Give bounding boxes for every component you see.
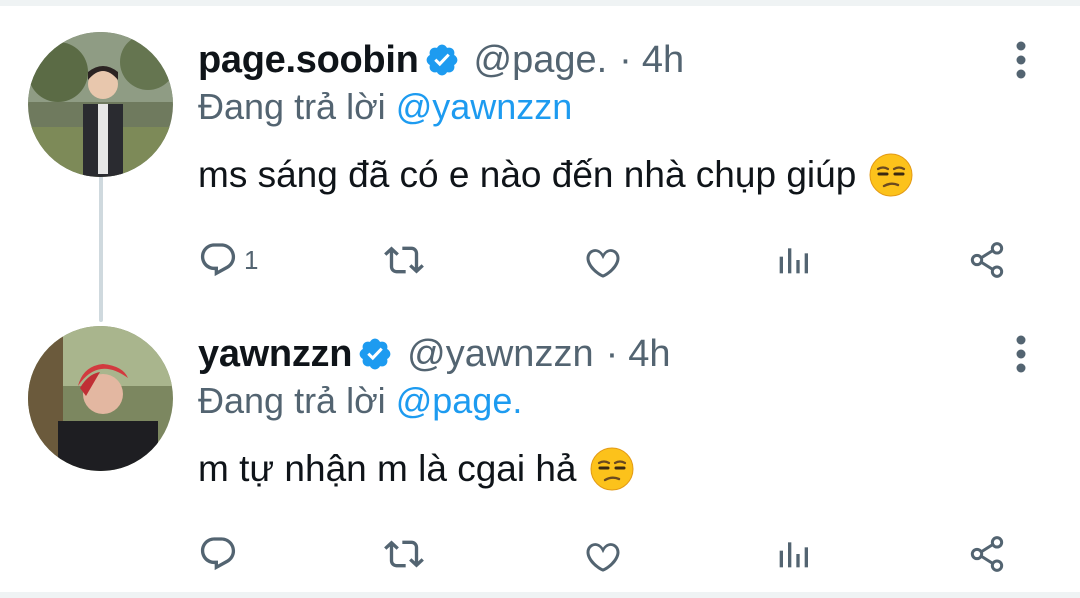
separator-dot: · — [605, 332, 619, 375]
action-bar: 1 — [198, 236, 1018, 284]
tweet[interactable]: yawnzzn @yawnzzn · 4h Đang trả lời @page… — [0, 300, 1080, 590]
more-vertical-icon — [1016, 41, 1026, 79]
retweet-button[interactable] — [384, 530, 424, 578]
reply-prefix: Đang trả lời — [198, 86, 386, 127]
share-icon — [970, 536, 1004, 572]
share-button[interactable] — [967, 236, 1007, 284]
bottom-divider — [0, 592, 1080, 598]
more-options-button[interactable] — [1001, 332, 1041, 376]
avatar-photo-icon — [28, 326, 173, 471]
reply-button[interactable] — [198, 530, 244, 578]
tweet[interactable]: page.soobin @page. · 4h Đang trả lời @ya… — [0, 6, 1080, 296]
user-handle[interactable]: @page. — [474, 39, 608, 82]
reply-context: Đang trả lời @page. — [198, 380, 522, 422]
views-icon — [779, 542, 808, 568]
reply-context: Đang trả lời @yawnzzn — [198, 86, 572, 128]
retweet-icon — [384, 540, 424, 568]
views-icon — [779, 248, 808, 274]
timestamp[interactable]: 4h — [642, 39, 684, 82]
like-icon — [586, 249, 620, 278]
display-name[interactable]: yawnzzn — [198, 333, 352, 376]
reply-icon — [200, 243, 236, 277]
more-vertical-icon — [1016, 335, 1026, 373]
retweet-button[interactable] — [384, 236, 424, 284]
retweet-icon — [384, 246, 424, 274]
like-icon — [586, 543, 620, 572]
share-icon — [970, 242, 1004, 278]
separator-dot: · — [619, 38, 632, 81]
avatar[interactable] — [28, 32, 173, 177]
like-button[interactable] — [583, 530, 623, 578]
tweet-text: ms sáng đã có e nào đến nhà chụp giúp — [198, 152, 914, 198]
verified-badge-icon — [424, 42, 460, 78]
verified-badge-icon — [357, 336, 393, 372]
unamused-face-icon — [868, 152, 914, 198]
unamused-face-icon — [589, 446, 635, 492]
reply-button[interactable]: 1 — [198, 236, 258, 284]
reply-mention-link[interactable]: @yawnzzn — [396, 86, 573, 127]
more-options-button[interactable] — [1001, 38, 1041, 82]
tweet-text-content: m tự nhận m là cgai hả — [198, 448, 577, 489]
views-button[interactable] — [773, 236, 813, 284]
avatar[interactable] — [28, 326, 173, 471]
display-name[interactable]: page.soobin — [198, 39, 419, 82]
reply-icon — [200, 537, 236, 571]
reply-count: 1 — [244, 244, 259, 275]
avatar-photo-icon — [28, 32, 173, 177]
tweet-text-content: ms sáng đã có e nào đến nhà chụp giúp — [198, 154, 857, 195]
reply-mention-link[interactable]: @page. — [396, 380, 523, 421]
timestamp[interactable]: 4h — [628, 333, 670, 376]
views-button[interactable] — [773, 530, 813, 578]
action-bar — [198, 530, 1018, 578]
user-handle[interactable]: @yawnzzn — [407, 333, 593, 376]
share-button[interactable] — [967, 530, 1007, 578]
like-button[interactable] — [583, 236, 623, 284]
tweet-text: m tự nhận m là cgai hả — [198, 446, 635, 492]
reply-prefix: Đang trả lời — [198, 380, 386, 421]
